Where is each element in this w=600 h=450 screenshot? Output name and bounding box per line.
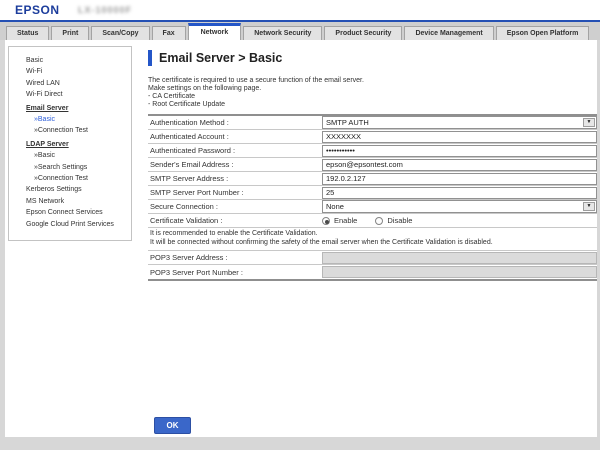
sidebar-item-ms-network[interactable]: MS Network — [26, 196, 127, 207]
sidebar-item-wi-fi[interactable]: Wi-Fi — [26, 66, 127, 77]
main-panel: Email Server > Basic The certificate is … — [148, 50, 597, 434]
chevron-down-icon[interactable]: ▼ — [583, 118, 595, 127]
pop3-port-input — [322, 266, 597, 278]
email-server-form: Authentication Method : SMTP AUTH ▼ Auth… — [148, 114, 597, 281]
description-line: - CA Certificate — [148, 93, 597, 101]
sidebar-item-epson-connect-services[interactable]: Epson Connect Services — [26, 207, 127, 218]
page-title-row: Email Server > Basic — [148, 50, 597, 66]
tab-product-security[interactable]: Product Security — [324, 26, 402, 40]
note-line: It is recommended to enable the Certific… — [150, 230, 595, 239]
form-row-sender-email: Sender's Email Address : — [148, 158, 597, 172]
form-row-authenticated-account: Authenticated Account : — [148, 130, 597, 144]
pop3-port-label: POP3 Server Port Number : — [148, 268, 322, 277]
sidebar-item-basic[interactable]: »Basic — [34, 150, 127, 161]
description-line: Make settings on the following page. — [148, 85, 597, 93]
sidebar-item-ldap-server[interactable]: LDAP Server — [26, 139, 127, 150]
sidebar-item-email-server[interactable]: Email Server — [26, 103, 127, 114]
tab-status[interactable]: Status — [6, 26, 49, 40]
authenticated-account-label: Authenticated Account : — [148, 132, 322, 141]
page-description: The certificate is required to use a sec… — [148, 77, 597, 109]
authentication-method-label: Authentication Method : — [148, 118, 322, 127]
description-line: The certificate is required to use a sec… — [148, 77, 597, 85]
form-row-smtp-port: SMTP Server Port Number : — [148, 186, 597, 200]
chevron-down-icon[interactable]: ▼ — [583, 202, 595, 211]
sidebar-nav: BasicWi-FiWired LANWi-Fi Direct Email Ser… — [8, 46, 132, 241]
page-title: Email Server > Basic — [159, 51, 282, 65]
tab-scan-copy[interactable]: Scan/Copy — [91, 26, 149, 40]
title-accent-bar — [148, 50, 152, 66]
tab-bar: StatusPrintScan/CopyFaxNetworkNetwork Se… — [0, 22, 600, 40]
sidebar-item-basic[interactable]: »Basic — [34, 114, 127, 125]
authentication-method-value: SMTP AUTH — [323, 118, 582, 127]
smtp-port-input[interactable] — [322, 187, 597, 199]
enable-radio[interactable] — [322, 217, 330, 225]
secure-connection-value: None — [323, 202, 582, 211]
sidebar-item-search-settings[interactable]: »Search Settings — [34, 162, 127, 173]
ok-button[interactable]: OK — [154, 417, 191, 434]
tab-device-management[interactable]: Device Management — [404, 26, 493, 40]
smtp-address-input[interactable] — [322, 173, 597, 185]
sidebar-item-kerberos-settings[interactable]: Kerberos Settings — [26, 184, 127, 195]
description-line: - Root Certificate Update — [148, 101, 597, 109]
enable-radio-label: Enable — [334, 216, 357, 225]
sidebar-item-basic[interactable]: Basic — [26, 55, 127, 66]
tab-network-security[interactable]: Network Security — [243, 26, 322, 40]
sidebar-item-wired-lan[interactable]: Wired LAN — [26, 78, 127, 89]
certificate-validation-radio-group: Enable Disable — [322, 216, 426, 225]
form-row-authentication-method: Authentication Method : SMTP AUTH ▼ — [148, 116, 597, 130]
tab-network[interactable]: Network — [188, 23, 242, 40]
smtp-port-label: SMTP Server Port Number : — [148, 188, 322, 197]
epson-logo: EPSON — [15, 3, 60, 17]
secure-connection-select[interactable]: None ▼ — [322, 200, 597, 213]
tab-print[interactable]: Print — [51, 26, 89, 40]
form-row-certificate-validation: Certificate Validation : Enable Disable — [148, 214, 597, 228]
authenticated-account-input[interactable] — [322, 131, 597, 143]
sidebar-item-connection-test[interactable]: »Connection Test — [34, 173, 127, 184]
sidebar-item-wi-fi-direct[interactable]: Wi-Fi Direct — [26, 89, 127, 100]
authenticated-password-label: Authenticated Password : — [148, 146, 322, 155]
authentication-method-select[interactable]: SMTP AUTH ▼ — [322, 116, 597, 129]
note-line: It will be connected without confirming … — [150, 239, 595, 248]
sidebar-item-connection-test[interactable]: »Connection Test — [34, 125, 127, 136]
form-row-pop3-address: POP3 Server Address : — [148, 251, 597, 265]
printer-model-name: LX-10000F — [78, 5, 132, 15]
tab-epson-open-platform[interactable]: Epson Open Platform — [496, 26, 590, 40]
content-area: BasicWi-FiWired LANWi-Fi Direct Email Ser… — [0, 40, 600, 437]
form-row-secure-connection: Secure Connection : None ▼ — [148, 200, 597, 214]
form-row-pop3-port: POP3 Server Port Number : — [148, 265, 597, 279]
disable-radio[interactable] — [375, 217, 383, 225]
secure-connection-label: Secure Connection : — [148, 202, 322, 211]
tab-fax[interactable]: Fax — [152, 26, 186, 40]
sender-email-input[interactable] — [322, 159, 597, 171]
disable-radio-label: Disable — [387, 216, 412, 225]
certificate-validation-note: It is recommended to enable the Certific… — [148, 228, 597, 251]
certificate-validation-label: Certificate Validation : — [148, 216, 322, 225]
pop3-address-input — [322, 252, 597, 264]
authenticated-password-input[interactable] — [322, 145, 597, 157]
app-header: EPSON LX-10000F — [0, 0, 600, 20]
pop3-address-label: POP3 Server Address : — [148, 253, 322, 262]
form-row-authenticated-password: Authenticated Password : — [148, 144, 597, 158]
form-row-smtp-address: SMTP Server Address : — [148, 172, 597, 186]
smtp-address-label: SMTP Server Address : — [148, 174, 322, 183]
sidebar-item-google-cloud-print-services[interactable]: Google Cloud Print Services — [26, 219, 127, 230]
sender-email-label: Sender's Email Address : — [148, 160, 322, 169]
